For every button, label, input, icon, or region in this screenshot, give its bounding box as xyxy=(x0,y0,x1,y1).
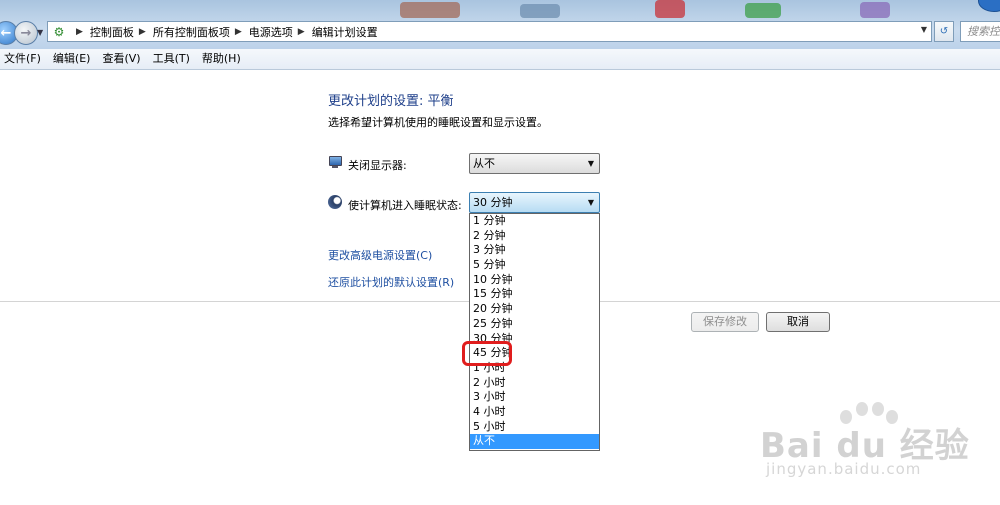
watermark: Bai du 经验 jingyan.baidu.com xyxy=(760,400,980,490)
sleep-option[interactable]: 4 小时 xyxy=(470,405,599,420)
menu-bar: 文件(F) 编辑(E) 查看(V) 工具(T) 帮助(H) xyxy=(0,49,1000,70)
sleep-option[interactable]: 20 分钟 xyxy=(470,302,599,317)
sleep-option[interactable]: 2 小时 xyxy=(470,376,599,391)
sleep-option[interactable]: 5 小时 xyxy=(470,420,599,435)
breadcrumb-edit-plan[interactable]: 编辑计划设置 xyxy=(312,24,378,40)
breadcrumb-power-options[interactable]: 电源选项 ▶ xyxy=(249,24,312,40)
sleep-option-selected[interactable]: 从不 xyxy=(470,434,599,449)
background-decoration xyxy=(745,3,781,18)
cancel-button[interactable]: 取消 xyxy=(766,312,830,332)
advanced-power-settings-link[interactable]: 更改高级电源设置(C) xyxy=(328,247,432,263)
breadcrumb-root-arrow[interactable]: ▶ xyxy=(71,27,90,37)
display-off-label: 关闭显示器: xyxy=(348,159,407,172)
sleep-option[interactable]: 1 分钟 xyxy=(470,214,599,229)
breadcrumb-label: 电源选项 xyxy=(248,25,293,39)
save-changes-button[interactable]: 保存修改 xyxy=(691,312,759,332)
chevron-right-icon[interactable]: ▶ xyxy=(298,27,305,37)
sleep-value: 30 分钟 xyxy=(473,196,513,209)
chevron-right-icon: ▶ xyxy=(76,26,83,37)
sleep-options-list: 1 分钟 2 分钟 3 分钟 5 分钟 10 分钟 15 分钟 20 分钟 25… xyxy=(469,213,600,451)
recent-pages-dropdown-icon[interactable]: ▼ xyxy=(37,28,43,37)
sleep-select[interactable]: 30 分钟 ▼ xyxy=(469,192,600,213)
sleep-option[interactable]: 3 小时 xyxy=(470,390,599,405)
sleep-label: 使计算机进入睡眠状态: xyxy=(348,199,462,212)
chevron-right-icon[interactable]: ▶ xyxy=(235,27,242,37)
page-description: 选择希望计算机使用的睡眠设置和显示设置。 xyxy=(328,116,548,129)
breadcrumb-label: 编辑计划设置 xyxy=(311,25,378,39)
window-orb-icon xyxy=(978,0,1000,12)
sleep-option[interactable]: 10 分钟 xyxy=(470,273,599,288)
background-decoration xyxy=(520,4,560,18)
menu-help[interactable]: 帮助(H) xyxy=(198,49,248,69)
sleep-option[interactable]: 3 分钟 xyxy=(470,243,599,258)
chevron-down-icon: ▼ xyxy=(587,198,594,207)
watermark-url: jingyan.baidu.com xyxy=(766,460,922,478)
explorer-titlebar: ← → ▼ ⚙ ▶ 控制面板 ▶ 所有控制面板项 ▶ 电源选项 ▶ 编辑计划设置… xyxy=(0,0,1000,49)
chevron-down-icon: ▼ xyxy=(587,159,594,168)
annotation-circle xyxy=(462,341,512,366)
monitor-icon xyxy=(328,155,342,169)
sleep-option[interactable]: 2 分钟 xyxy=(470,229,599,244)
forward-button[interactable]: → xyxy=(14,21,38,45)
address-history-dropdown-icon[interactable]: ▼ xyxy=(921,25,927,34)
sleep-option[interactable]: 15 分钟 xyxy=(470,287,599,302)
menu-tools[interactable]: 工具(T) xyxy=(149,49,197,69)
menu-view[interactable]: 查看(V) xyxy=(98,49,147,69)
breadcrumb-control-panel[interactable]: 控制面板 ▶ xyxy=(90,24,153,40)
breadcrumb-label: 所有控制面板项 xyxy=(152,25,230,39)
breadcrumb-all-items[interactable]: 所有控制面板项 ▶ xyxy=(153,24,249,40)
sleep-option[interactable]: 25 分钟 xyxy=(470,317,599,332)
background-decoration xyxy=(655,0,685,18)
background-decoration xyxy=(400,2,460,18)
menu-file[interactable]: 文件(F) xyxy=(0,49,48,69)
sleep-moon-icon xyxy=(328,195,342,209)
display-off-select[interactable]: 从不 ▼ xyxy=(469,153,600,174)
address-bar[interactable]: ⚙ ▶ 控制面板 ▶ 所有控制面板项 ▶ 电源选项 ▶ 编辑计划设置 ▼ xyxy=(47,21,932,42)
menu-edit[interactable]: 编辑(E) xyxy=(49,49,98,69)
breadcrumb-label: 控制面板 xyxy=(89,25,134,39)
search-input[interactable]: 搜索控 xyxy=(960,21,1000,42)
refresh-button[interactable]: ↺ xyxy=(934,21,954,42)
background-decoration xyxy=(860,2,890,18)
restore-defaults-link[interactable]: 还原此计划的默认设置(R) xyxy=(328,274,454,290)
chevron-right-icon[interactable]: ▶ xyxy=(139,27,146,37)
sleep-option[interactable]: 5 分钟 xyxy=(470,258,599,273)
display-off-value: 从不 xyxy=(473,157,495,170)
control-panel-icon: ⚙ xyxy=(53,24,65,39)
page-title: 更改计划的设置: 平衡 xyxy=(328,94,454,109)
